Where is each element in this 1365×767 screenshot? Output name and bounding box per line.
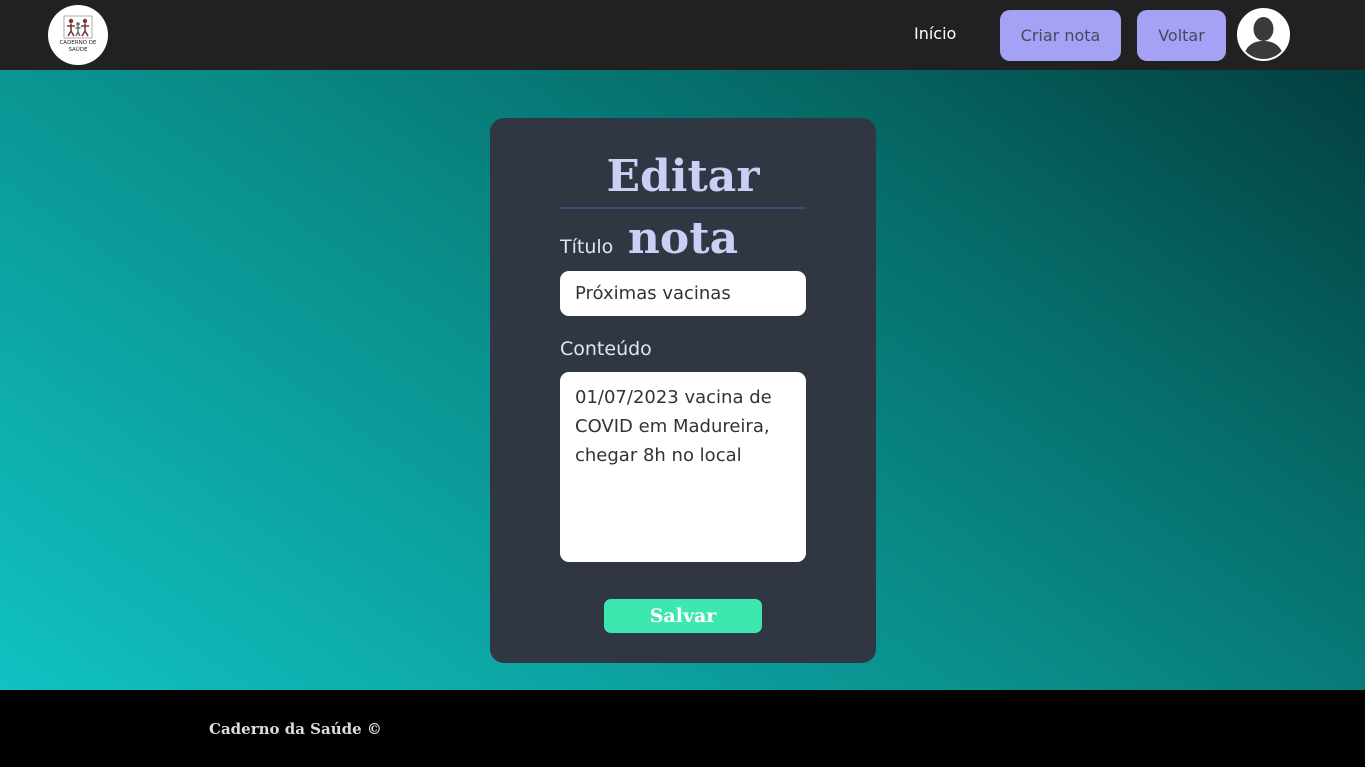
- title-input[interactable]: [560, 271, 806, 316]
- content-textarea[interactable]: 01/07/2023 vacina de COVID em Madureira,…: [560, 372, 806, 562]
- footer: Caderno da Saúde ©: [0, 690, 1365, 767]
- main-content: Editar nota Título Conteúdo 01/07/2023 v…: [0, 70, 1365, 690]
- title-divider: [560, 207, 806, 209]
- title-field-label: Título: [560, 236, 614, 258]
- back-button[interactable]: Voltar: [1137, 10, 1226, 61]
- nav-home-link[interactable]: Início: [914, 24, 956, 43]
- content-field-label: Conteúdo: [560, 338, 652, 360]
- save-button[interactable]: Salvar: [604, 599, 762, 633]
- logo-text: CADERNO DE SAÚDE: [59, 39, 97, 53]
- create-note-button[interactable]: Criar nota: [1000, 10, 1121, 61]
- family-logo-icon: [63, 15, 93, 38]
- edit-note-form: Editar nota Título Conteúdo 01/07/2023 v…: [490, 118, 876, 663]
- app-logo[interactable]: CADERNO DE SAÚDE: [48, 5, 108, 65]
- top-navbar: CADERNO DE SAÚDE Início Criar nota Volta…: [0, 0, 1365, 70]
- user-avatar-icon: [1239, 10, 1288, 59]
- footer-copyright: Caderno da Saúde ©: [209, 720, 382, 738]
- user-avatar[interactable]: [1237, 8, 1290, 61]
